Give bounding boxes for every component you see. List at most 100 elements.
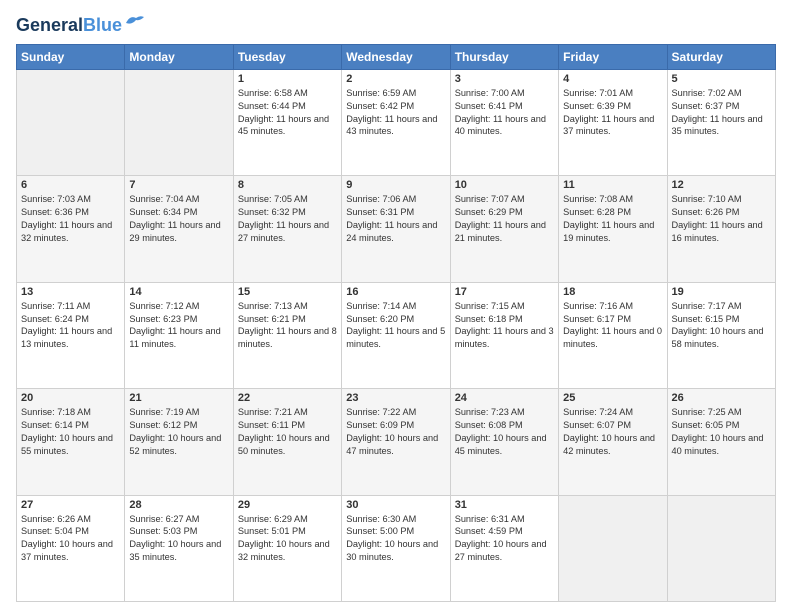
day-number: 2 bbox=[346, 73, 445, 85]
day-number: 9 bbox=[346, 179, 445, 191]
day-number: 10 bbox=[455, 179, 554, 191]
calendar-header-row: SundayMondayTuesdayWednesdayThursdayFrid… bbox=[17, 44, 776, 69]
day-info: Sunrise: 7:03 AM Sunset: 6:36 PM Dayligh… bbox=[21, 193, 120, 245]
calendar-day-header: Saturday bbox=[667, 44, 775, 69]
day-number: 5 bbox=[672, 73, 771, 85]
calendar-cell: 7Sunrise: 7:04 AM Sunset: 6:34 PM Daylig… bbox=[125, 176, 233, 282]
calendar-day-header: Friday bbox=[559, 44, 667, 69]
calendar-cell: 6Sunrise: 7:03 AM Sunset: 6:36 PM Daylig… bbox=[17, 176, 125, 282]
day-info: Sunrise: 7:24 AM Sunset: 6:07 PM Dayligh… bbox=[563, 406, 662, 458]
calendar-cell: 8 Sunrise: 7:05 AM Sunset: 6:32 PM Daylig… bbox=[233, 176, 341, 282]
calendar-cell: 21 Sunrise: 7:19 AM Sunset: 6:12 PM Dayli… bbox=[125, 389, 233, 495]
day-number: 19 bbox=[672, 286, 771, 298]
calendar-cell: 31 Sunrise: 6:31 AM Sunset: 4:59 PM Dayli… bbox=[450, 495, 558, 601]
calendar-cell bbox=[17, 69, 125, 175]
page-header: GeneralBlue bbox=[16, 16, 776, 36]
day-info: Sunrise: 7:08 AM Sunset: 6:28 PM Dayligh… bbox=[563, 193, 662, 245]
day-info: Sunrise: 7:18 AM Sunset: 6:14 PM Dayligh… bbox=[21, 406, 120, 458]
day-number: 21 bbox=[129, 392, 228, 404]
calendar-day-header: Tuesday bbox=[233, 44, 341, 69]
day-number: 18 bbox=[563, 286, 662, 298]
day-info: Sunrise: 7:12 AM Sunset: 6:23 PM Dayligh… bbox=[129, 300, 228, 352]
calendar-week-row: 6Sunrise: 7:03 AM Sunset: 6:36 PM Daylig… bbox=[17, 176, 776, 282]
day-info: Sunrise: 6:30 AM Sunset: 5:00 PM Dayligh… bbox=[346, 513, 445, 565]
calendar-cell: 19 Sunrise: 7:17 AM Sunset: 6:15 PM Dayli… bbox=[667, 282, 775, 388]
day-number: 1 bbox=[238, 73, 337, 85]
logo: GeneralBlue bbox=[16, 16, 146, 36]
calendar-cell: 27Sunrise: 6:26 AM Sunset: 5:04 PM Dayli… bbox=[17, 495, 125, 601]
calendar-week-row: 27Sunrise: 6:26 AM Sunset: 5:04 PM Dayli… bbox=[17, 495, 776, 601]
day-number: 11 bbox=[563, 179, 662, 191]
day-info: Sunrise: 7:00 AM Sunset: 6:41 PM Dayligh… bbox=[455, 87, 554, 139]
day-info: Sunrise: 7:01 AM Sunset: 6:39 PM Dayligh… bbox=[563, 87, 662, 139]
calendar-cell: 9Sunrise: 7:06 AM Sunset: 6:31 PM Daylig… bbox=[342, 176, 450, 282]
calendar-week-row: 13 Sunrise: 7:11 AM Sunset: 6:24 PM Dayli… bbox=[17, 282, 776, 388]
calendar-cell: 16Sunrise: 7:14 AM Sunset: 6:20 PM Dayli… bbox=[342, 282, 450, 388]
calendar-cell: 5 Sunrise: 7:02 AM Sunset: 6:37 PM Daylig… bbox=[667, 69, 775, 175]
logo-bird-icon bbox=[124, 13, 146, 31]
calendar-day-header: Monday bbox=[125, 44, 233, 69]
calendar-cell: 25Sunrise: 7:24 AM Sunset: 6:07 PM Dayli… bbox=[559, 389, 667, 495]
day-number: 3 bbox=[455, 73, 554, 85]
calendar-cell: 1Sunrise: 6:58 AM Sunset: 6:44 PM Daylig… bbox=[233, 69, 341, 175]
calendar-cell: 22 Sunrise: 7:21 AM Sunset: 6:11 PM Dayli… bbox=[233, 389, 341, 495]
calendar-day-header: Thursday bbox=[450, 44, 558, 69]
calendar-cell: 4 Sunrise: 7:01 AM Sunset: 6:39 PM Daylig… bbox=[559, 69, 667, 175]
calendar-cell bbox=[559, 495, 667, 601]
day-number: 14 bbox=[129, 286, 228, 298]
calendar-cell: 11 Sunrise: 7:08 AM Sunset: 6:28 PM Dayli… bbox=[559, 176, 667, 282]
calendar-cell: 14 Sunrise: 7:12 AM Sunset: 6:23 PM Dayli… bbox=[125, 282, 233, 388]
day-number: 20 bbox=[21, 392, 120, 404]
day-info: Sunrise: 7:22 AM Sunset: 6:09 PM Dayligh… bbox=[346, 406, 445, 458]
day-info: Sunrise: 7:21 AM Sunset: 6:11 PM Dayligh… bbox=[238, 406, 337, 458]
day-number: 29 bbox=[238, 499, 337, 511]
day-number: 7 bbox=[129, 179, 228, 191]
day-info: Sunrise: 6:59 AM Sunset: 6:42 PM Dayligh… bbox=[346, 87, 445, 139]
calendar-table: SundayMondayTuesdayWednesdayThursdayFrid… bbox=[16, 44, 776, 602]
day-number: 26 bbox=[672, 392, 771, 404]
day-info: Sunrise: 7:07 AM Sunset: 6:29 PM Dayligh… bbox=[455, 193, 554, 245]
day-info: Sunrise: 7:19 AM Sunset: 6:12 PM Dayligh… bbox=[129, 406, 228, 458]
day-number: 30 bbox=[346, 499, 445, 511]
calendar-cell: 23 Sunrise: 7:22 AM Sunset: 6:09 PM Dayli… bbox=[342, 389, 450, 495]
calendar-cell: 24 Sunrise: 7:23 AM Sunset: 6:08 PM Dayli… bbox=[450, 389, 558, 495]
calendar-cell: 29 Sunrise: 6:29 AM Sunset: 5:01 PM Dayli… bbox=[233, 495, 341, 601]
calendar-cell: 30 Sunrise: 6:30 AM Sunset: 5:00 PM Dayli… bbox=[342, 495, 450, 601]
day-number: 12 bbox=[672, 179, 771, 191]
day-number: 31 bbox=[455, 499, 554, 511]
day-info: Sunrise: 7:13 AM Sunset: 6:21 PM Dayligh… bbox=[238, 300, 337, 352]
calendar-cell: 28Sunrise: 6:27 AM Sunset: 5:03 PM Dayli… bbox=[125, 495, 233, 601]
day-info: Sunrise: 7:05 AM Sunset: 6:32 PM Dayligh… bbox=[238, 193, 337, 245]
logo-text: GeneralBlue bbox=[16, 16, 122, 36]
day-info: Sunrise: 7:23 AM Sunset: 6:08 PM Dayligh… bbox=[455, 406, 554, 458]
day-number: 13 bbox=[21, 286, 120, 298]
calendar-week-row: 20 Sunrise: 7:18 AM Sunset: 6:14 PM Dayli… bbox=[17, 389, 776, 495]
calendar-cell: 26 Sunrise: 7:25 AM Sunset: 6:05 PM Dayli… bbox=[667, 389, 775, 495]
day-number: 24 bbox=[455, 392, 554, 404]
day-info: Sunrise: 7:17 AM Sunset: 6:15 PM Dayligh… bbox=[672, 300, 771, 352]
day-number: 8 bbox=[238, 179, 337, 191]
calendar-day-header: Wednesday bbox=[342, 44, 450, 69]
day-info: Sunrise: 7:16 AM Sunset: 6:17 PM Dayligh… bbox=[563, 300, 662, 352]
day-number: 4 bbox=[563, 73, 662, 85]
day-number: 23 bbox=[346, 392, 445, 404]
day-info: Sunrise: 6:26 AM Sunset: 5:04 PM Dayligh… bbox=[21, 513, 120, 565]
calendar-cell bbox=[125, 69, 233, 175]
calendar-cell: 12Sunrise: 7:10 AM Sunset: 6:26 PM Dayli… bbox=[667, 176, 775, 282]
day-number: 22 bbox=[238, 392, 337, 404]
calendar-cell: 17 Sunrise: 7:15 AM Sunset: 6:18 PM Dayli… bbox=[450, 282, 558, 388]
day-info: Sunrise: 7:25 AM Sunset: 6:05 PM Dayligh… bbox=[672, 406, 771, 458]
calendar-week-row: 1Sunrise: 6:58 AM Sunset: 6:44 PM Daylig… bbox=[17, 69, 776, 175]
calendar-cell: 13 Sunrise: 7:11 AM Sunset: 6:24 PM Dayli… bbox=[17, 282, 125, 388]
calendar-cell: 18 Sunrise: 7:16 AM Sunset: 6:17 PM Dayli… bbox=[559, 282, 667, 388]
day-info: Sunrise: 7:11 AM Sunset: 6:24 PM Dayligh… bbox=[21, 300, 120, 352]
day-info: Sunrise: 6:27 AM Sunset: 5:03 PM Dayligh… bbox=[129, 513, 228, 565]
day-number: 17 bbox=[455, 286, 554, 298]
calendar-cell: 2 Sunrise: 6:59 AM Sunset: 6:42 PM Daylig… bbox=[342, 69, 450, 175]
calendar-cell bbox=[667, 495, 775, 601]
day-info: Sunrise: 6:29 AM Sunset: 5:01 PM Dayligh… bbox=[238, 513, 337, 565]
day-info: Sunrise: 7:02 AM Sunset: 6:37 PM Dayligh… bbox=[672, 87, 771, 139]
day-info: Sunrise: 6:31 AM Sunset: 4:59 PM Dayligh… bbox=[455, 513, 554, 565]
calendar-cell: 20 Sunrise: 7:18 AM Sunset: 6:14 PM Dayli… bbox=[17, 389, 125, 495]
day-info: Sunrise: 7:15 AM Sunset: 6:18 PM Dayligh… bbox=[455, 300, 554, 352]
